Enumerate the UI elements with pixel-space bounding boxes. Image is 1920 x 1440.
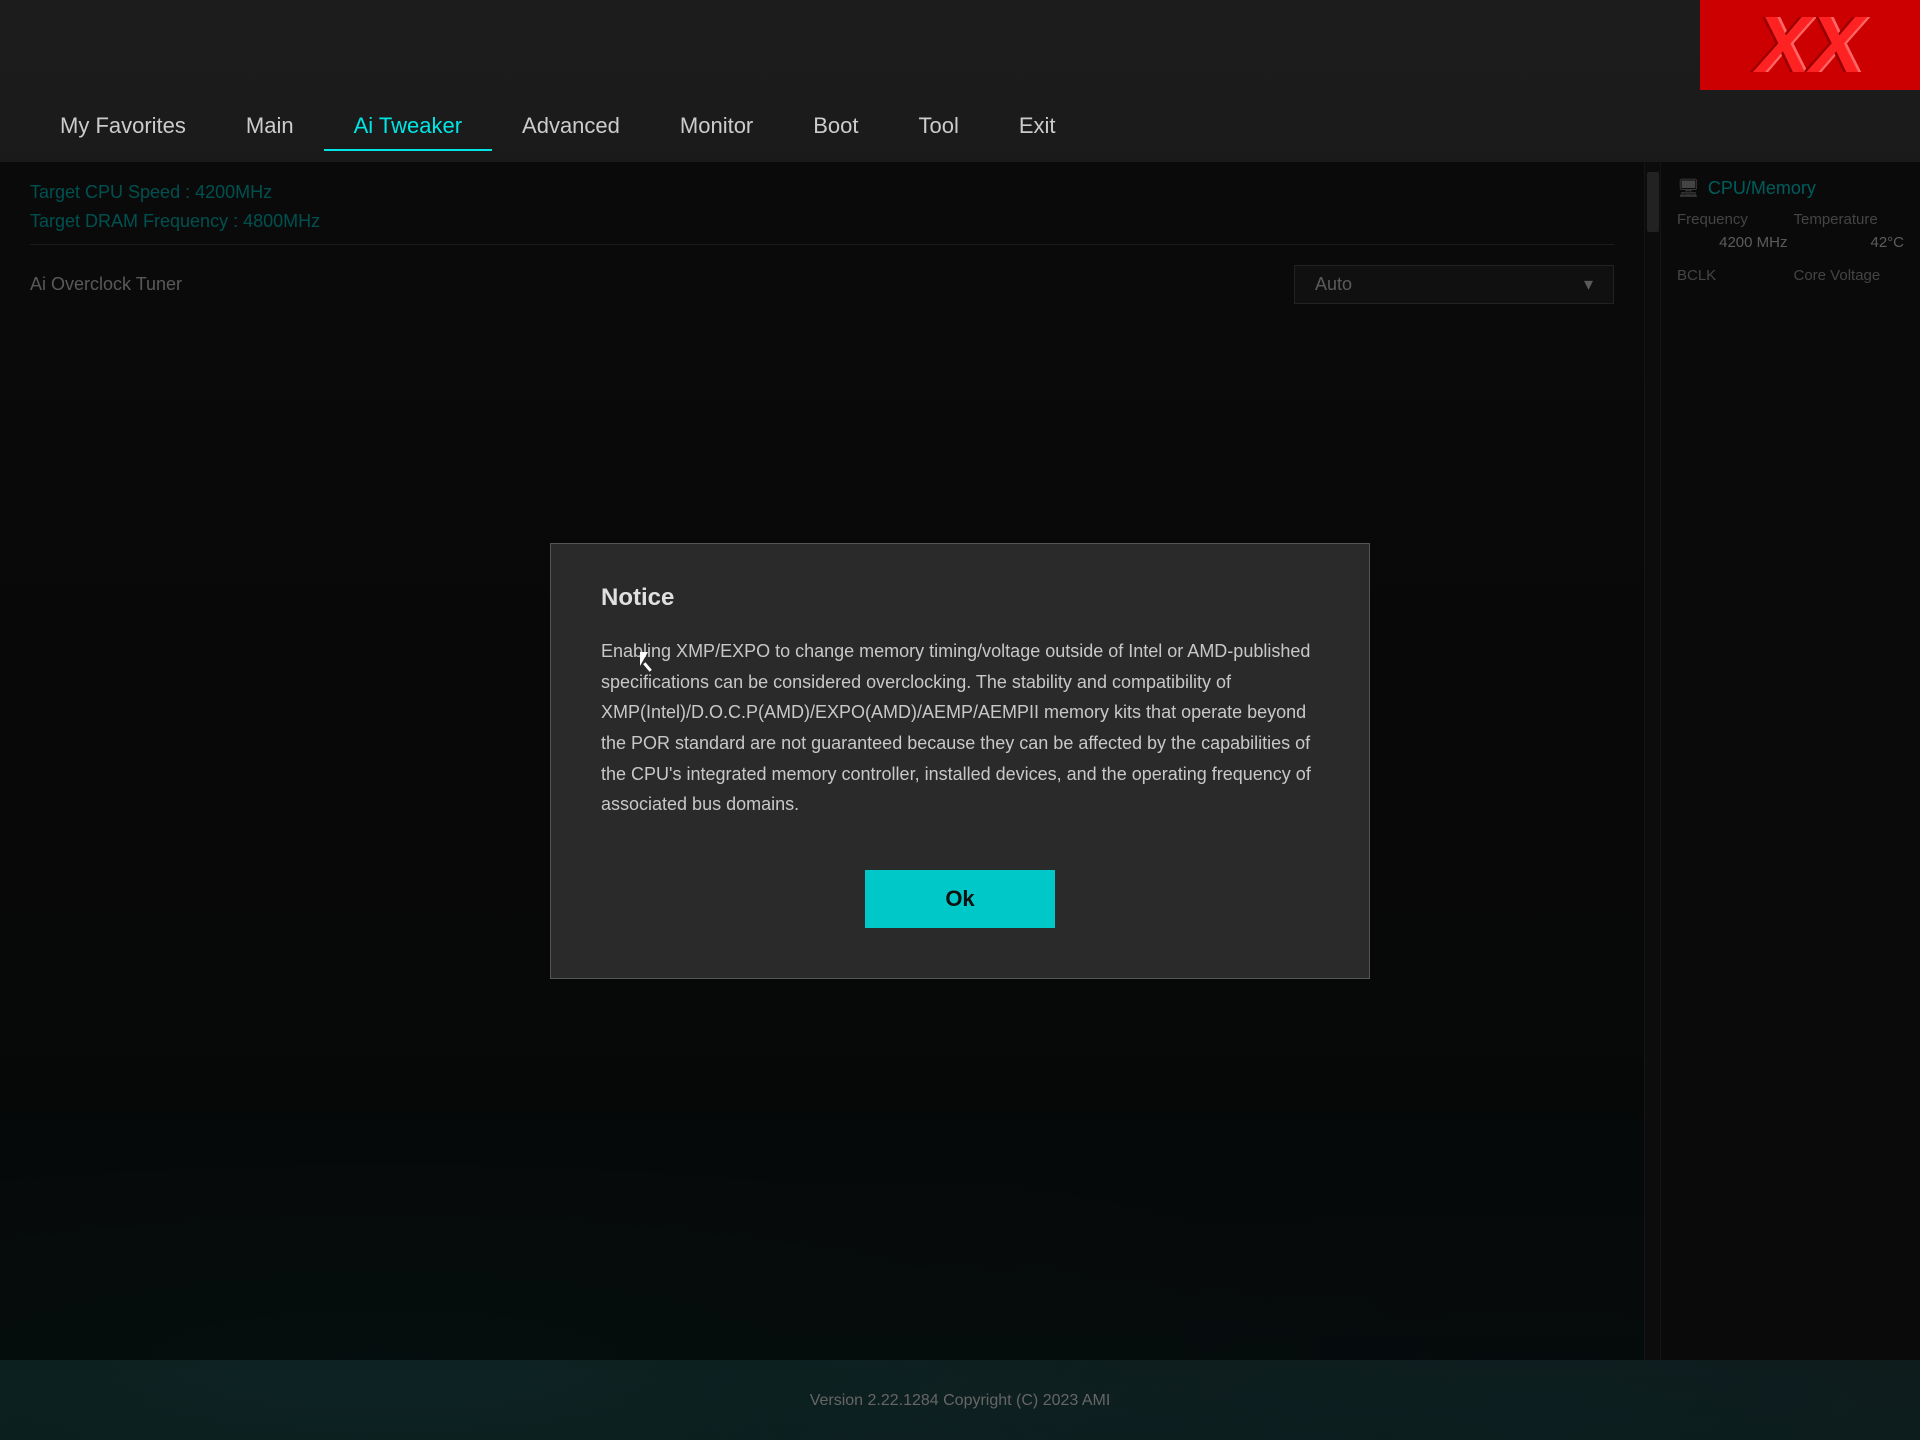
nav-boot[interactable]: Boot [783, 105, 888, 147]
asus-brand-logo [1700, 0, 1920, 90]
ok-button[interactable]: Ok [865, 870, 1054, 928]
nav-advanced[interactable]: Advanced [492, 105, 650, 147]
nav-ai-tweaker[interactable]: Ai Tweaker [324, 105, 492, 147]
notice-modal: Notice Enabling XMP/EXPO to change memor… [550, 543, 1370, 979]
nav-exit[interactable]: Exit [989, 105, 1086, 147]
modal-title: Notice [601, 584, 1319, 612]
version-text: Version 2.22.1284 Copyright (C) 2023 AMI [810, 1392, 1111, 1410]
nav-my-favorites[interactable]: My Favorites [30, 105, 216, 147]
nav-monitor[interactable]: Monitor [650, 105, 783, 147]
nav-main[interactable]: Main [216, 105, 324, 147]
nav-tool[interactable]: Tool [889, 105, 989, 147]
modal-overlay: Notice Enabling XMP/EXPO to change memor… [0, 162, 1920, 1360]
modal-text: Enabling XMP/EXPO to change memory timin… [601, 636, 1319, 820]
